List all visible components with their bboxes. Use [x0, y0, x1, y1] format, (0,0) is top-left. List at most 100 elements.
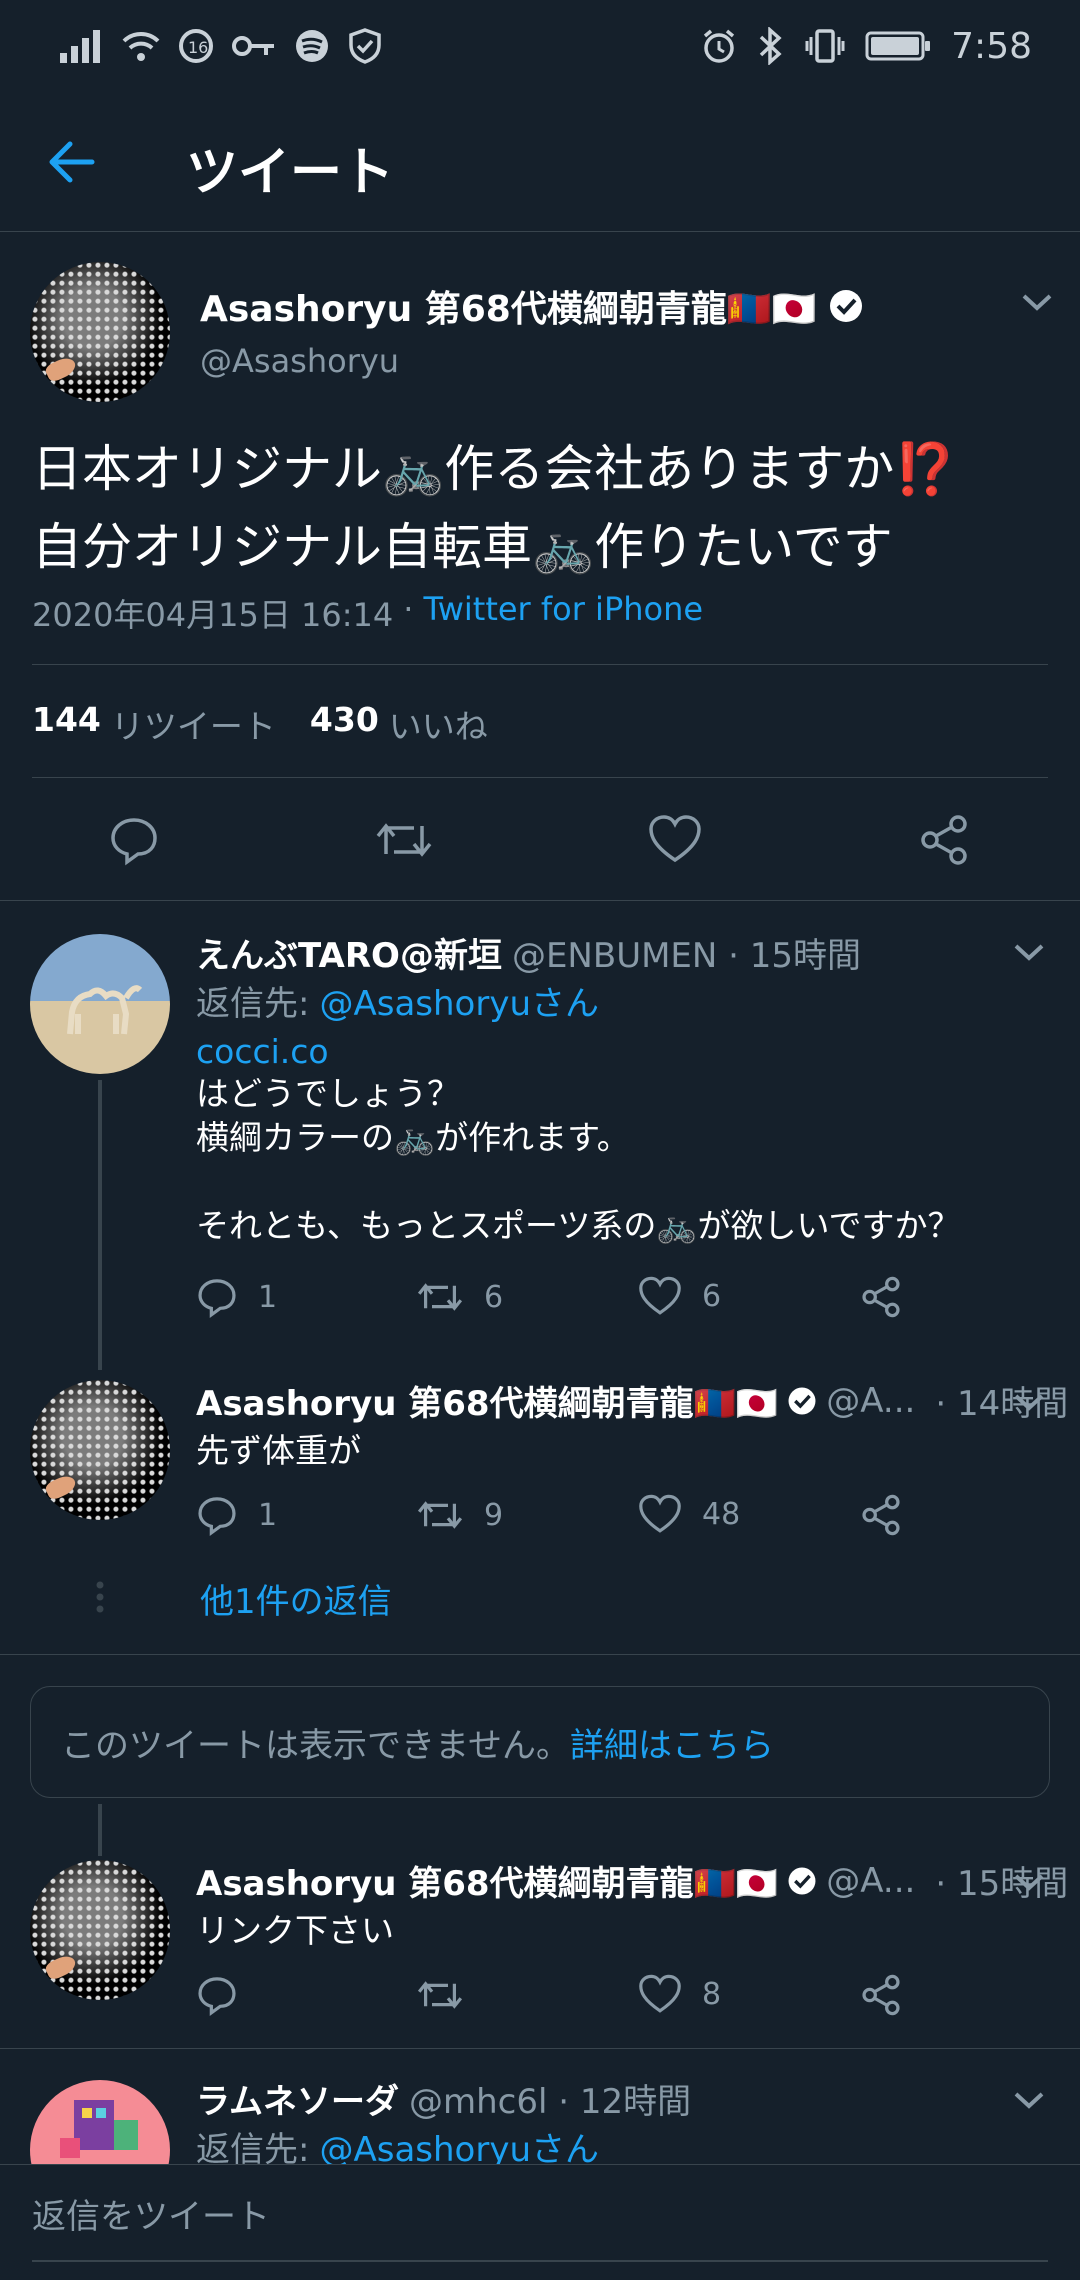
reply-icon[interactable] — [196, 1494, 238, 1536]
like-count: 48 — [702, 1496, 741, 1532]
thread-line — [98, 1080, 102, 1370]
reply-icon[interactable] — [108, 814, 160, 866]
page-title: ツイート — [186, 143, 395, 203]
learn-more-link[interactable]: 詳細はこちら — [570, 1718, 774, 1767]
likes-label[interactable]: いいね — [389, 700, 488, 748]
retweet-icon[interactable] — [416, 1276, 464, 1318]
tweet-source-link[interactable]: Twitter for iPhone — [423, 590, 703, 636]
author-name[interactable]: ラムネソーダ — [196, 2074, 399, 2123]
share-icon[interactable] — [918, 814, 970, 866]
verified-icon — [829, 290, 862, 322]
reply-icon[interactable] — [196, 1276, 238, 1318]
reply-to-label: 返信先: — [196, 984, 310, 1024]
author-handle[interactable]: @Asashoryu — [200, 342, 399, 380]
retweet-count: 6 — [484, 1279, 504, 1315]
tweet-text-line: 自分オリジナル自転車🚲作りたいです — [32, 518, 893, 576]
like-icon[interactable] — [638, 1974, 682, 2014]
vibrate-icon — [805, 29, 845, 63]
avatar-hand — [43, 1952, 79, 1982]
tweet-time: · 15時間 — [935, 1864, 1069, 1904]
share-icon[interactable] — [860, 1494, 902, 1536]
handle-and-time: @mhc6l · 12時間 — [408, 2082, 692, 2122]
avatar[interactable] — [30, 1380, 170, 1520]
status-icons-left: 16 — [60, 28, 382, 64]
like-count: 8 — [702, 1976, 722, 2012]
like-action[interactable]: 48 — [638, 1494, 740, 1534]
likes-count[interactable]: 430 — [310, 700, 379, 748]
reply-input[interactable]: 返信をツイート — [32, 2189, 270, 2238]
caret-down-icon[interactable] — [1012, 1870, 1046, 1894]
reply-text-line: 横綱カラーの🚲が作れます。 — [196, 1118, 630, 1157]
caret-down-icon[interactable] — [1012, 940, 1046, 964]
reply-text-line — [196, 1160, 960, 1204]
tweet-meta: 2020年04月15日 16:14 · Twitter for iPhone — [32, 590, 703, 636]
reply-text: 先ず体重が — [196, 1431, 361, 1470]
like-action[interactable]: 8 — [638, 1974, 721, 2014]
reply-text: リンク下さい — [196, 1911, 394, 1950]
show-more-replies-link[interactable]: 他1件の返信 — [200, 1574, 392, 1623]
reply-text-line: はどうでしょう？ — [196, 1074, 460, 1113]
like-icon[interactable] — [648, 814, 702, 864]
like-icon[interactable] — [638, 1276, 682, 1316]
signal-icon — [60, 30, 100, 63]
retweet-icon[interactable] — [416, 1494, 464, 1536]
reply-action[interactable]: 1 — [196, 1494, 277, 1536]
retweet-action[interactable]: 6 — [416, 1276, 503, 1318]
data-saver-icon: 16 — [179, 29, 213, 63]
retweet-count: 9 — [484, 1497, 504, 1533]
retweet-icon[interactable] — [416, 1974, 464, 2016]
tweet-text: 日本オリジナル🚲作る会社ありますか⁉️ 自分オリジナル自転車🚲作りたいです — [32, 430, 957, 586]
like-count: 6 — [702, 1278, 722, 1314]
divider — [0, 1654, 1080, 1655]
avatar[interactable] — [30, 1860, 170, 2000]
status-icons-right: 7:58 — [701, 26, 1032, 67]
more-replies-dots-icon — [96, 1581, 104, 1613]
author-name[interactable]: Asashoryu 第68代横綱朝青龍🇲🇳🇯🇵 — [196, 1856, 778, 1905]
like-action[interactable]: 6 — [638, 1276, 721, 1316]
status-bar: 16 7:58 — [0, 0, 1080, 92]
verified-icon — [788, 1867, 816, 1894]
author-name[interactable]: えんぶTARO@新垣 — [196, 928, 502, 977]
retweet-action[interactable]: 9 — [416, 1494, 503, 1536]
like-icon[interactable] — [638, 1494, 682, 1534]
handle-and-time: @ENBUMEN · 15時間 — [511, 936, 862, 976]
reply-to-handle[interactable]: @Asashoryuさん — [319, 976, 599, 1025]
reply-action[interactable]: 1 — [196, 1276, 277, 1318]
author-name-text: Asashoryu 第68代横綱朝青龍🇲🇳🇯🇵 — [200, 289, 817, 330]
retweet-icon[interactable] — [374, 814, 434, 866]
reply-text-line: それとも、もっとスポーツ系の🚲が欲しいですか？ — [196, 1206, 961, 1245]
reply-icon[interactable] — [196, 1974, 238, 2016]
avatar[interactable] — [30, 934, 170, 1074]
back-arrow-icon[interactable] — [44, 134, 100, 190]
tweet-link[interactable]: cocci.co — [196, 1032, 329, 1071]
caret-down-icon[interactable] — [1012, 1390, 1046, 1414]
reply-input-underline — [32, 2260, 1048, 2262]
unavailable-tweet-notice: このツイートは表示できません。 詳細はこちら — [30, 1686, 1050, 1798]
battery-icon — [865, 31, 931, 61]
tweet-stats: 144 リツイート 430 いいね — [32, 700, 488, 748]
reply-composer: 返信をツイート — [0, 2164, 1080, 2280]
author-name[interactable]: Asashoryu 第68代横綱朝青龍🇲🇳🇯🇵 — [200, 280, 865, 332]
alarm-icon — [704, 29, 735, 63]
retweets-label[interactable]: リツイート — [111, 700, 276, 748]
caret-down-icon[interactable] — [1012, 2088, 1046, 2112]
verified-icon — [788, 1387, 816, 1414]
camel-image — [67, 985, 143, 1035]
avatar-hand — [43, 1472, 79, 1502]
retweets-count[interactable]: 144 — [32, 700, 101, 748]
wifi-icon — [122, 31, 160, 61]
share-icon[interactable] — [860, 1974, 902, 2016]
tweet-text-line: 日本オリジナル🚲作る会社ありますか⁉️ — [32, 440, 957, 498]
reply-count: 1 — [258, 1497, 278, 1533]
reply-header: Asashoryu 第68代横綱朝青龍🇲🇳🇯🇵 @A... · 15時間 — [196, 1856, 1068, 1905]
top-app-bar: ツイート — [0, 92, 1080, 232]
author-name[interactable]: Asashoryu 第68代横綱朝青龍🇲🇳🇯🇵 — [196, 1376, 778, 1425]
caret-down-icon[interactable] — [1020, 290, 1054, 314]
avatar[interactable] — [30, 262, 170, 402]
share-icon[interactable] — [860, 1276, 902, 1318]
status-time: 7:58 — [951, 25, 1032, 67]
avatar-hand — [43, 354, 79, 384]
tweet-time: · 14時間 — [935, 1384, 1069, 1424]
reply-header: えんぶTARO@新垣 @ENBUMEN · 15時間 — [196, 928, 861, 977]
thread-line — [98, 1804, 102, 1856]
